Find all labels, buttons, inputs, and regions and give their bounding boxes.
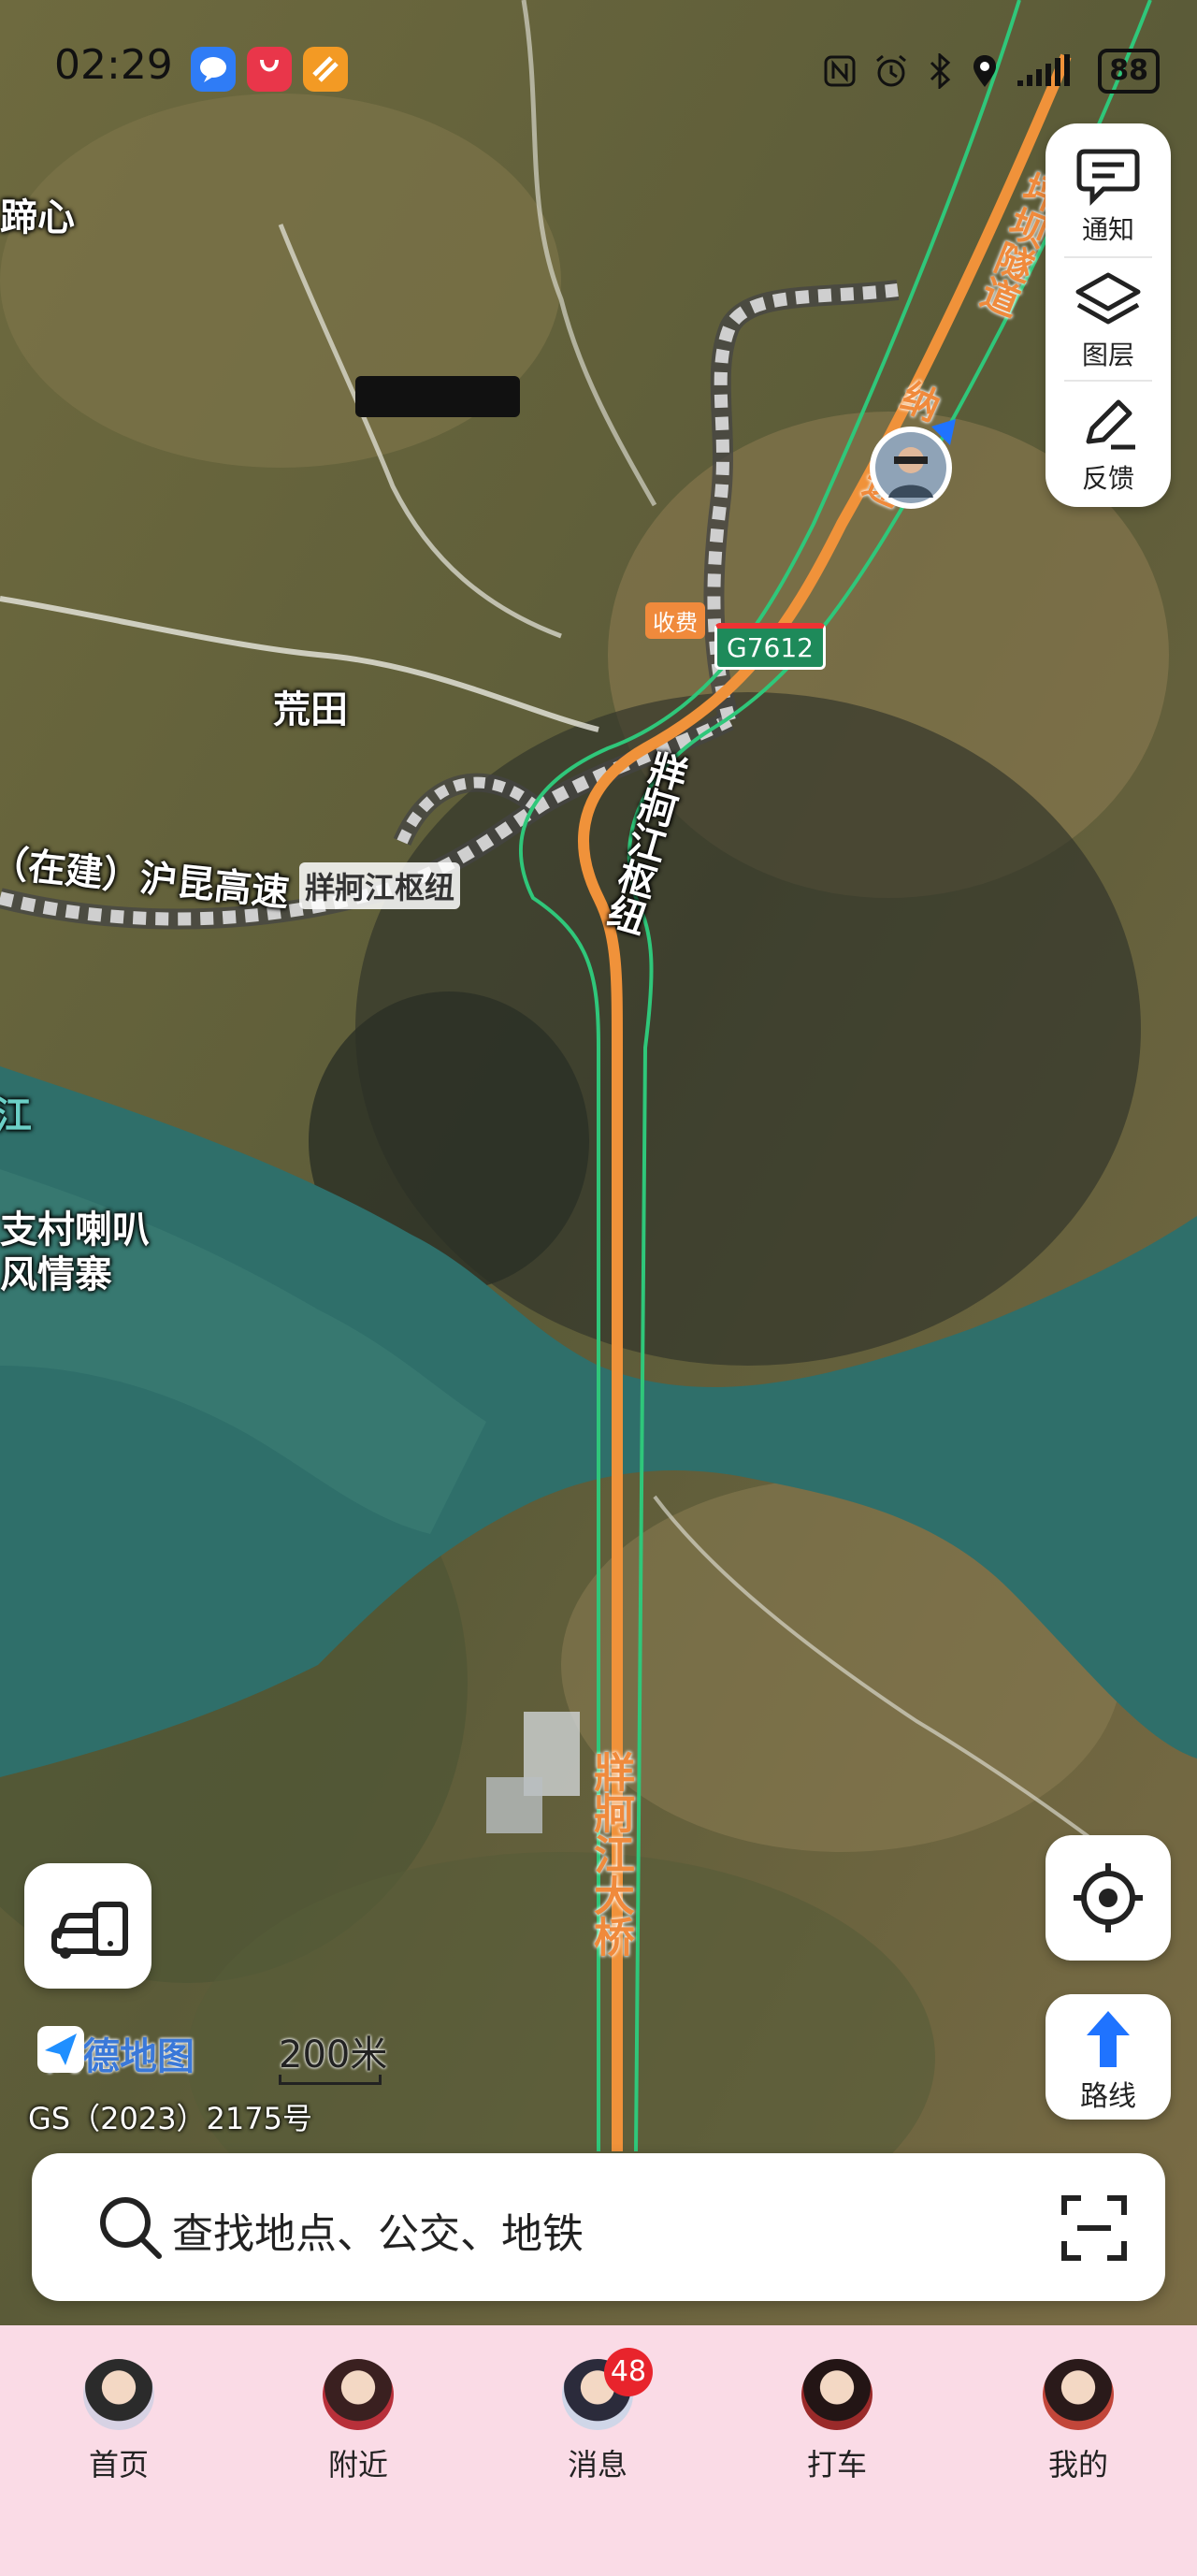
messages-badge: 48	[604, 2348, 653, 2396]
home-avatar-icon	[83, 2359, 154, 2430]
layers-icon	[1075, 272, 1141, 325]
layers-label: 图层	[1081, 340, 1134, 370]
alarm-icon	[876, 54, 907, 87]
map-label-village[interactable]: 荒田	[273, 679, 348, 733]
car-phone-button[interactable]	[24, 1863, 151, 1989]
nav-taxi-label: 打车	[806, 2447, 867, 2482]
feedback-label: 反馈	[1081, 463, 1134, 494]
nav-nearby-label: 附近	[327, 2447, 388, 2482]
nav-taxi[interactable]: 打车	[776, 2359, 898, 2484]
notify-button[interactable]: 通知	[1046, 144, 1171, 247]
scan-icon[interactable]	[1057, 2191, 1132, 2265]
nearby-avatar-icon	[323, 2359, 394, 2430]
taxi-avatar-icon	[801, 2359, 873, 2430]
nav-home[interactable]: 首页	[58, 2359, 180, 2484]
nav-nearby[interactable]: 附近	[297, 2359, 419, 2484]
search-bar[interactable]: 查找地点、公交、地铁	[32, 2153, 1165, 2301]
crosshair-icon	[1074, 1863, 1143, 1932]
location-arrow-icon	[870, 419, 956, 509]
map-label-bridge[interactable]: 牂牁江大桥	[580, 1751, 640, 1957]
map-label-partial: 蹄心	[0, 196, 75, 239]
nfc-icon	[824, 55, 856, 87]
layers-button[interactable]: 图层	[1046, 269, 1171, 372]
map-canvas	[0, 0, 1197, 2329]
panel-divider	[1064, 380, 1152, 382]
nav-home-label: 首页	[88, 2447, 149, 2482]
pencil-icon	[1086, 399, 1135, 450]
map-tools-panel: 通知 图层 反馈	[1046, 123, 1171, 507]
notify-label: 通知	[1081, 214, 1134, 245]
mine-avatar-icon	[1043, 2359, 1114, 2430]
route-button[interactable]: 路线	[1046, 1994, 1171, 2120]
map-license: GS（2023）2175号	[28, 2101, 312, 2136]
toll-tag[interactable]: 收费	[645, 602, 705, 639]
nav-mine-label: 我的	[1047, 2447, 1108, 2482]
orange-app-icon	[303, 47, 348, 92]
scale-text: 200米	[279, 2033, 388, 2077]
route-label: 路线	[1080, 2080, 1136, 2113]
signal-icon	[1017, 54, 1071, 86]
map-label-scenic-line2[interactable]: 风情寨	[0, 1244, 112, 1298]
user-location-marker[interactable]	[866, 419, 958, 511]
panel-divider	[1064, 256, 1152, 258]
notification-chat-icon	[1076, 149, 1140, 206]
battery-indicator: 88	[1098, 49, 1160, 94]
locate-button[interactable]	[1046, 1835, 1171, 1961]
amap-logo-icon	[37, 2026, 84, 2073]
route-arrow-icon	[1087, 2011, 1130, 2067]
appgallery-icon	[247, 47, 292, 92]
map-label-junction[interactable]: 牂牁江枢纽	[299, 862, 461, 909]
location-icon	[973, 55, 997, 87]
nav-messages[interactable]: 48 消息	[537, 2348, 658, 2484]
status-icons: 88	[823, 49, 1160, 94]
map-brand: 高德地图	[37, 2026, 195, 2080]
feedback-button[interactable]: 反馈	[1046, 393, 1171, 496]
satellite-map[interactable]: 蹄心 荒田 （在建）沪昆高速 牂牁江枢纽 牂牁江枢纽 支村喇叭 风情寨 江 坪坝…	[0, 0, 1197, 2329]
scale-bar: 200米	[279, 2024, 387, 2085]
bottom-nav: 首页 附近 48 消息 打车 我的	[0, 2325, 1197, 2576]
status-bar: 02:29 88	[0, 0, 1197, 140]
route-shield[interactable]: G7612	[714, 623, 826, 670]
search-placeholder: 查找地点、公交、地铁	[172, 2210, 584, 2258]
message-app-icon	[191, 47, 236, 92]
nav-messages-label: 消息	[567, 2447, 627, 2482]
map-label-river-edge: 江	[0, 1094, 32, 1137]
car-phone-icon	[51, 1902, 128, 1959]
bluetooth-icon	[930, 53, 951, 89]
status-time: 02:29	[54, 41, 173, 89]
search-icon	[100, 2197, 162, 2259]
nav-mine[interactable]: 我的	[1017, 2359, 1139, 2484]
